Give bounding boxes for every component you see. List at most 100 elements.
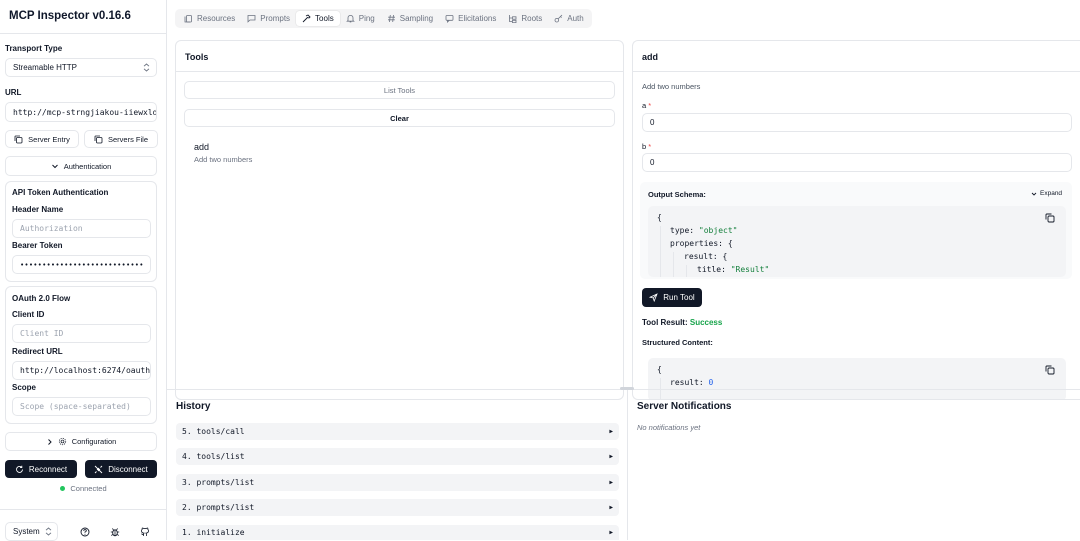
tab-resources[interactable]: Resources [178,11,241,26]
history-label: 2. prompts/list [182,503,255,512]
disconnect-button[interactable]: Disconnect [85,460,157,478]
bug-icon[interactable] [110,527,120,537]
tab-elicitations[interactable]: Elicitations [439,11,502,26]
param-a-name: a [642,101,647,110]
tool-detail-panel: add Add two numbers a * 0 b * 0 Output S… [632,40,1080,400]
tab-ping[interactable]: Ping [340,11,381,26]
list-item[interactable]: add Add two numbers [184,138,615,168]
tab-auth[interactable]: Auth [548,11,589,26]
scope-label: Scope [12,383,37,392]
server-entry-label: Server Entry [28,134,70,144]
tab-roots[interactable]: Roots [502,11,548,26]
oauth-title: OAuth 2.0 Flow [12,294,71,303]
folder-tree-icon [508,14,517,23]
divider [0,509,167,510]
github-icon[interactable] [140,527,150,537]
copy-icon[interactable] [1045,365,1055,375]
tab-label: Roots [521,14,543,23]
copy-icon[interactable] [1045,213,1055,223]
run-tool-label: Run Tool [663,293,695,302]
tool-description: Add two numbers [194,155,253,164]
table-row[interactable]: 4. tools/list ▶ [176,448,619,465]
tab-sampling[interactable]: Sampling [381,11,439,26]
transport-type-select[interactable]: Streamable HTTP [5,58,157,77]
scope-input[interactable]: Scope (space-separated) [12,397,151,416]
message-square-icon [445,14,454,23]
tab-prompts[interactable]: Prompts [241,11,296,26]
expand-triangle-icon: ▶ [609,504,613,511]
clear-label: Clear [390,113,409,123]
bearer-token-input[interactable]: •••••••••••••••••••••••••••• [12,255,151,274]
api-token-title: API Token Authentication [12,188,109,197]
structured-content-code: { result: 0 [648,358,1066,399]
client-id-input[interactable]: Client ID [12,324,151,343]
theme-value: System [13,527,40,536]
tool-detail-description: Add two numbers [642,82,701,91]
tab-label: Auth [567,14,584,23]
tab-bar: Resources Prompts Tools Ping Sampling El… [175,9,592,28]
header-name-placeholder: Authorization [20,224,83,233]
tools-panel: Tools List Tools Clear add Add two numbe… [175,40,624,400]
copy-icon [14,135,23,144]
required-marker: * [648,101,652,110]
code-line: type: "object" [670,226,737,235]
code-string: "object" [698,226,738,235]
table-row[interactable]: 3. prompts/list ▶ [176,474,619,491]
header-name-input[interactable]: Authorization [12,219,151,238]
tab-label: Resources [197,14,236,23]
redirect-url-input[interactable]: http://localhost:6274/oauth/ [12,361,151,380]
tab-label: Sampling [399,14,434,23]
param-b-input[interactable]: 0 [642,153,1072,172]
reconnect-button[interactable]: Reconnect [5,460,77,478]
configuration-label: Configuration [71,437,117,446]
chevron-down-icon [1031,191,1037,197]
servers-file-button[interactable]: Servers File [84,130,158,148]
hash-icon [387,14,396,23]
expand-triangle-icon: ▶ [609,479,613,486]
code-line: result: 0 [670,378,713,387]
code-number: 0 [708,378,714,387]
chevrons-up-down-icon [143,63,150,72]
code-line: { [657,365,662,374]
chevrons-up-down-icon [45,527,52,536]
code-line: title: "Result" [697,265,769,274]
sidebar: MCP Inspector v0.16.6 Transport Type Str… [0,0,167,541]
tab-tools[interactable]: Tools [296,11,340,26]
code-punct: { [722,252,728,261]
files-icon [184,14,193,23]
clear-button[interactable]: Clear [184,109,615,127]
run-tool-button[interactable]: Run Tool [642,288,702,307]
code-line: result: { [684,252,727,261]
tool-name: add [194,142,210,152]
authentication-label: Authentication [63,161,112,171]
output-schema-label: Output Schema: [648,190,706,199]
notifications-empty-text: No notifications yet [637,423,701,432]
history-title: History [176,401,211,412]
server-notifications-title: Server Notifications [637,401,732,412]
expand-button[interactable]: Expand [1031,190,1062,197]
configuration-toggle[interactable]: Configuration [5,432,157,451]
table-row[interactable]: 2. prompts/list ▶ [176,499,619,516]
history-label: 3. prompts/list [182,478,255,487]
theme-select[interactable]: System [5,522,58,541]
divider [176,71,623,72]
list-tools-button[interactable]: List Tools [184,81,615,99]
history-label: 5. tools/call [182,427,245,436]
status-badge: Success [689,318,723,327]
param-a-input[interactable]: 0 [642,113,1072,132]
table-row[interactable]: 5. tools/call ▶ [176,423,619,440]
authentication-toggle[interactable]: Authentication [5,156,157,176]
code-line: properties: { [670,239,733,248]
param-a-label: a * [642,101,651,110]
tab-label: Elicitations [458,14,497,23]
server-entry-button[interactable]: Server Entry [5,130,79,148]
expand-triangle-icon: ▶ [609,529,613,536]
table-row[interactable]: 1. initialize ▶ [176,525,619,540]
url-label: URL [5,88,22,97]
tool-result-heading: Tool Result: Success [642,318,722,327]
transport-type-value: Streamable HTTP [13,63,78,72]
code-key: type: [670,226,695,235]
header-name-label: Header Name [12,205,64,214]
help-icon[interactable] [80,527,90,537]
url-input[interactable]: http://mcp-strngjiakou-iiewxlde [5,102,157,122]
